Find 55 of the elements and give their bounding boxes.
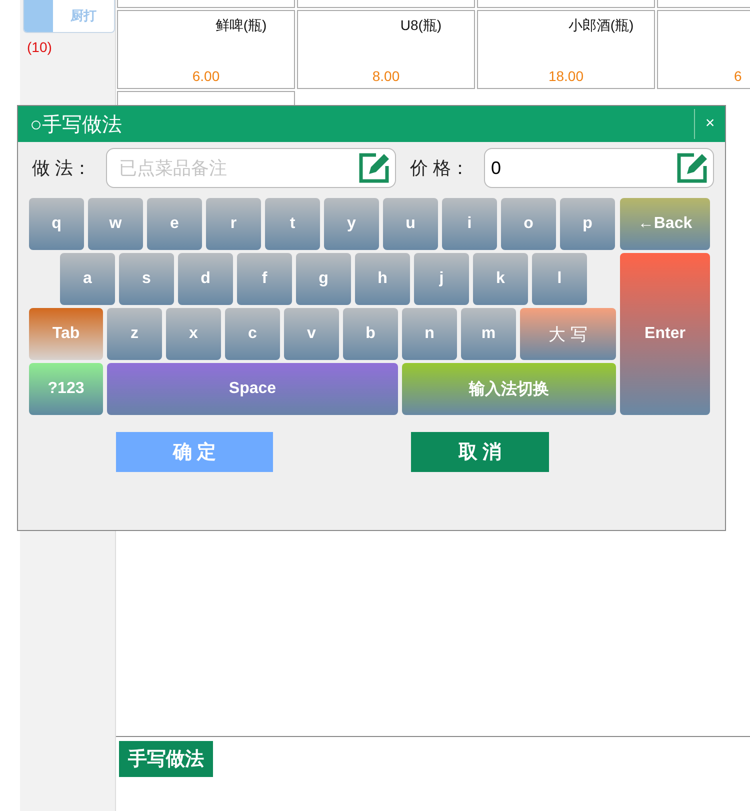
dialog-title: ○手写做法 xyxy=(29,112,124,138)
key-button[interactable]: j xyxy=(414,253,469,305)
key-button[interactable]: a xyxy=(60,253,115,305)
key-button[interactable]: y xyxy=(324,198,379,250)
note-tag[interactable]: 手写做法 xyxy=(119,741,213,777)
key-button[interactable]: x xyxy=(166,308,221,360)
product-name: 鲜啤(瓶) xyxy=(214,17,268,35)
key-button[interactable]: t xyxy=(265,198,320,250)
key-button[interactable]: 大 写 xyxy=(520,308,616,360)
product-price: 6.00 xyxy=(191,68,221,84)
key-button[interactable]: l xyxy=(532,253,587,305)
product-name: 小郎酒(瓶) xyxy=(567,17,635,35)
key-button[interactable]: h xyxy=(355,253,410,305)
key-button[interactable]: f xyxy=(237,253,292,305)
key-button[interactable]: p xyxy=(560,198,615,250)
product-tile[interactable]: 鲜啤(瓶) 6.00 xyxy=(117,10,295,89)
key-button[interactable]: n xyxy=(402,308,457,360)
product-tile[interactable]: 6 xyxy=(657,10,750,89)
key-button[interactable]: w xyxy=(88,198,143,250)
key-button[interactable]: k xyxy=(473,253,528,305)
key-button[interactable]: ←Back xyxy=(620,198,710,250)
key-button[interactable]: v xyxy=(284,308,339,360)
product-tile[interactable]: 小郎酒(瓶) 18.00 xyxy=(477,10,655,89)
key-button[interactable]: d xyxy=(178,253,233,305)
key-button[interactable]: q xyxy=(29,198,84,250)
product-price: 6 xyxy=(734,68,742,84)
field-label: 做 法： xyxy=(32,157,92,180)
confirm-button[interactable]: 确 定 xyxy=(116,432,273,472)
item-count: (10) xyxy=(27,39,53,55)
key-button[interactable]: Enter xyxy=(620,253,710,415)
key-button[interactable]: Space xyxy=(107,363,398,415)
input-field[interactable]: 0 xyxy=(484,148,714,188)
key-button[interactable]: s xyxy=(119,253,174,305)
product-price: 8.00 xyxy=(371,68,401,84)
key-button[interactable]: ?123 xyxy=(29,363,103,415)
key-button[interactable]: i xyxy=(442,198,497,250)
cancel-button[interactable]: 取 消 xyxy=(411,432,549,472)
key-button[interactable]: m xyxy=(461,308,516,360)
key-button[interactable]: u xyxy=(383,198,438,250)
category-tile[interactable]: 厨打 xyxy=(23,0,115,33)
close-button[interactable]: × xyxy=(694,109,725,139)
field-label: 价 格： xyxy=(410,157,470,180)
key-button[interactable]: b xyxy=(343,308,398,360)
key-button[interactable]: o xyxy=(501,198,556,250)
key-button[interactable]: 输入法切换 xyxy=(402,363,616,415)
key-button[interactable]: e xyxy=(147,198,202,250)
key-button[interactable]: z xyxy=(107,308,162,360)
key-button[interactable]: g xyxy=(296,253,351,305)
product-tile[interactable]: U8(瓶) 8.00 xyxy=(297,10,475,89)
product-name: U8(瓶) xyxy=(399,17,443,35)
key-button[interactable]: Tab xyxy=(29,308,103,360)
input-field[interactable]: 已点菜品备注 xyxy=(106,148,396,188)
key-button[interactable]: c xyxy=(225,308,280,360)
product-price: 18.00 xyxy=(547,68,585,84)
key-button[interactable]: r xyxy=(206,198,261,250)
